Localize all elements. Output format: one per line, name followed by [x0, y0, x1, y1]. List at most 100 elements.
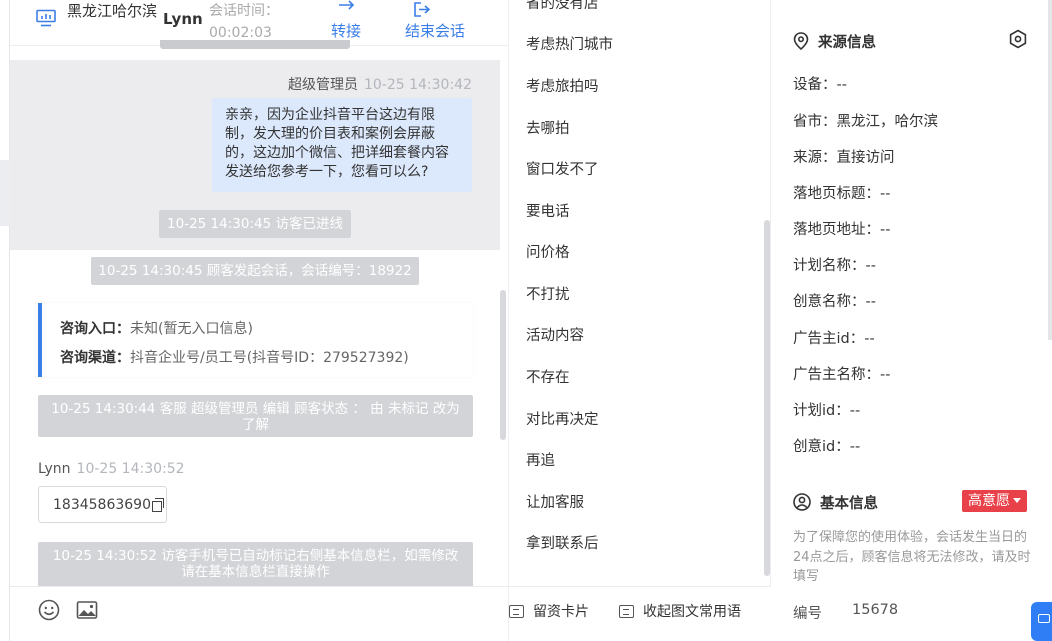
- copy-icon[interactable]: [151, 498, 164, 512]
- visitor-name: Lynn: [163, 10, 203, 28]
- field-value: 直接访问: [836, 150, 895, 166]
- consult-info-card: 咨询入口：未知(暂无入口信息) 咨询渠道：抖音企业号/员工号(抖音号ID：279…: [38, 303, 473, 377]
- collapse-icon: [619, 605, 634, 618]
- field-province-city: 省市：黑龙江，哈尔滨: [793, 110, 938, 131]
- field-label: 落地页地址：: [793, 222, 880, 238]
- settings-icon[interactable]: [1008, 29, 1028, 49]
- phrase-item[interactable]: 让加客服: [526, 491, 584, 512]
- composer-toolbar: [10, 586, 508, 641]
- field-landing-url: 落地页地址：--: [793, 218, 890, 239]
- field-device: 设备：--: [793, 73, 847, 94]
- field-plan-id: 计划id：--: [793, 399, 860, 420]
- field-label: 落地页标题：: [793, 186, 880, 202]
- edit-notice: 为了保障您的使用体验，会话发生当日的24点之后，顾客信息将无法修改，请及时填写: [793, 530, 1031, 584]
- field-value: --: [865, 258, 876, 274]
- field-label: 计划名称：: [793, 258, 866, 274]
- transfer-label: 转接: [330, 22, 361, 40]
- field-advertiser-name: 广告主名称：--: [793, 363, 890, 384]
- field-value: --: [849, 439, 861, 455]
- field-value: --: [865, 294, 876, 310]
- field-value: --: [849, 403, 861, 419]
- info-scrollbar[interactable]: [1048, 0, 1052, 340]
- collapse-phrases-button[interactable]: 收起图文常用语: [619, 601, 741, 621]
- field-label: 设备：: [793, 77, 837, 93]
- field-value: --: [880, 367, 891, 383]
- phrase-item[interactable]: 去哪拍: [526, 117, 570, 138]
- visitor-message-bubble: 18345863690: [38, 486, 167, 523]
- consult-entry-value: 未知(暂无入口信息): [130, 321, 253, 337]
- chat-panel: 黑龙江哈尔滨 Lynn 会话时间： 00:02:03 转接 结束会话 超级管理员…: [10, 0, 508, 641]
- consult-channel-label: 咨询渠道：: [60, 350, 130, 366]
- consult-channel-value: 抖音企业号/员工号(抖音号ID：279527392): [130, 350, 409, 366]
- field-value: --: [836, 77, 847, 93]
- consult-entry-row: 咨询入口：未知(暂无入口信息): [60, 315, 473, 344]
- intent-level-dropdown[interactable]: 高意愿: [962, 490, 1027, 512]
- system-message-session-start: 10-25 14:30:45 顾客发起会话，会话编号：18922: [91, 257, 419, 285]
- location-pin-icon: [793, 32, 809, 50]
- staff-message-meta: 超级管理员 10-25 14:30:42: [288, 74, 472, 94]
- left-strip: [0, 0, 10, 641]
- field-label: 来源：: [793, 150, 837, 166]
- field-value: 黑龙江，哈尔滨: [836, 114, 939, 130]
- visitor-phone-text: 18345863690: [53, 497, 151, 513]
- customer-info-panel: 来源信息 设备：-- 省市：黑龙江，哈尔滨 来源：直接访问 落地页标题：-- 落…: [772, 0, 1052, 641]
- image-icon[interactable]: [76, 599, 98, 621]
- floating-chat-button[interactable]: [1031, 602, 1052, 641]
- caret-down-icon: [1013, 498, 1021, 503]
- transfer-icon: [339, 0, 355, 10]
- phrase-item[interactable]: 要电话: [526, 200, 570, 221]
- phrase-item[interactable]: 考虑热门城市: [526, 33, 613, 54]
- visitor-location: 黑龙江哈尔滨: [67, 2, 158, 20]
- chat-header: 黑龙江哈尔滨 Lynn 会话时间： 00:02:03 转接 结束会话: [10, 0, 508, 49]
- card-icon: [509, 605, 524, 618]
- field-label: 创意名称：: [793, 294, 866, 310]
- consult-channel-row: 咨询渠道：抖音企业号/员工号(抖音号ID：279527392): [60, 344, 473, 373]
- collapse-phrases-label: 收起图文常用语: [643, 604, 741, 620]
- basic-info-header: 基本信息: [793, 492, 878, 513]
- consult-entry-label: 咨询入口：: [60, 321, 130, 337]
- field-advertiser-id: 广告主id：--: [793, 327, 875, 348]
- source-info-header: 来源信息: [793, 31, 876, 52]
- session-time: 会话时间： 00:02:03: [209, 0, 289, 44]
- field-label: 广告主名称：: [793, 367, 880, 383]
- phrase-item[interactable]: 活动内容: [526, 324, 584, 345]
- phrase-item[interactable]: 不存在: [526, 366, 570, 387]
- phrase-item[interactable]: 考虑旅拍吗: [526, 75, 599, 96]
- phrase-item[interactable]: 窗口发不了: [526, 158, 599, 179]
- phrase-scrollbar[interactable]: [764, 220, 770, 576]
- visitor-message-meta: Lynn 10-25 14:30:52: [38, 461, 185, 477]
- phrase-list: 省的没有店 考虑热门城市 考虑旅拍吗 去哪拍 窗口发不了 要电话 问价格 不打扰…: [509, 0, 764, 586]
- phrase-item[interactable]: 不打扰: [526, 283, 570, 304]
- staff-message-bubble: 亲亲，因为企业抖音平台这边有限制，发大理的价目表和案例会屏蔽的，这边加个微信、把…: [212, 98, 472, 192]
- field-label: 计划id：: [793, 403, 850, 419]
- field-value: --: [864, 331, 875, 347]
- lead-card-button[interactable]: 留资卡片: [509, 601, 589, 621]
- emoji-icon[interactable]: [38, 599, 60, 621]
- basic-info-title: 基本信息: [820, 496, 878, 512]
- field-plan-name: 计划名称：--: [793, 254, 876, 275]
- phrase-item[interactable]: 再追: [526, 449, 555, 470]
- end-session-label: 结束会话: [404, 22, 465, 40]
- header-divider: [10, 40, 350, 49]
- phrase-item[interactable]: 问价格: [526, 241, 570, 262]
- end-session-button[interactable]: 结束会话: [404, 0, 466, 42]
- phrase-item[interactable]: 拿到联系后: [526, 532, 599, 553]
- staff-time: 10-25 14:30:42: [363, 77, 472, 93]
- field-value: --: [880, 222, 891, 238]
- chat-workspace: 黑龙江哈尔滨 Lynn 会话时间： 00:02:03 转接 结束会话 超级管理员…: [0, 0, 1052, 641]
- phrase-item[interactable]: 省的没有店: [526, 0, 599, 13]
- quick-phrases-panel: 省的没有店 考虑热门城市 考虑旅拍吗 去哪拍 窗口发不了 要电话 问价格 不打扰…: [508, 0, 771, 641]
- visitor-msg-name: Lynn: [38, 461, 71, 477]
- customer-id-label: 编号: [793, 606, 822, 622]
- system-message-status-change: 10-25 14:30:44 客服 超级管理员 编辑 顾客状态 ： 由 未标记 …: [38, 395, 473, 437]
- user-icon: [793, 493, 811, 511]
- chat-scrollbar[interactable]: [500, 290, 506, 440]
- exit-icon: [414, 2, 431, 17]
- phrase-item[interactable]: 对比再决定: [526, 408, 599, 429]
- lead-card-label: 留资卡片: [533, 604, 589, 620]
- intent-level-label: 高意愿: [968, 493, 1010, 509]
- staff-name: 超级管理员: [287, 77, 358, 93]
- transfer-button[interactable]: 转接: [330, 0, 362, 42]
- system-message-visitor-online: 10-25 14:30:45 访客已进线: [159, 210, 351, 238]
- message-list[interactable]: 超级管理员 10-25 14:30:42 亲亲，因为企业抖音平台这边有限制，发大理…: [10, 50, 508, 586]
